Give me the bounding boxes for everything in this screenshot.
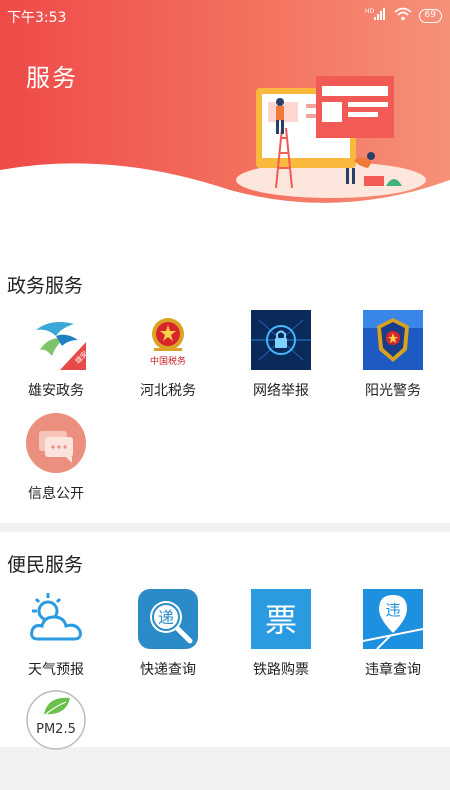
service-label: 铁路购票 — [253, 662, 309, 678]
service-train-ticket[interactable]: 票 铁路购票 — [231, 589, 331, 689]
status-time: 下午3:53 — [7, 10, 67, 26]
service-weather[interactable]: 天气预报 — [6, 589, 106, 689]
service-label: 信息公开 — [28, 486, 84, 502]
svg-text:票: 票 — [265, 601, 297, 639]
service-pm25[interactable]: PM2.5 — [6, 690, 106, 790]
service-label: 雄安政务 — [28, 383, 84, 399]
service-info-disclosure[interactable]: 信息公开 — [6, 413, 106, 513]
chat-bubble-icon — [26, 413, 86, 473]
service-express[interactable]: 递 快递查询 — [118, 589, 218, 689]
svg-text:中国税务: 中国税务 — [150, 355, 186, 367]
police-badge-icon — [363, 310, 423, 370]
pm25-icon: PM2.5 — [26, 690, 86, 750]
section-title-gov: 政务服务 — [7, 275, 84, 297]
svg-text:HD: HD — [365, 8, 375, 15]
status-icons: HD 69 — [365, 7, 442, 24]
service-label: 快递查询 — [140, 662, 196, 678]
convenience-services-section: 便民服务 天气预报 递 快递查询 票 铁路购票 违 违章查询 PM2.5 — [0, 532, 450, 750]
service-label: 河北税务 — [140, 383, 196, 399]
service-network-report[interactable]: 网络举报 — [231, 310, 331, 410]
svg-text:违: 违 — [385, 601, 400, 619]
signal-icon: HD — [365, 7, 387, 24]
page-title: 服务 — [26, 64, 78, 92]
train-ticket-icon: 票 — [251, 589, 311, 649]
section-title-convenience: 便民服务 — [7, 554, 84, 576]
svg-text:PM2.5: PM2.5 — [36, 722, 76, 737]
express-search-icon: 递 — [138, 589, 198, 649]
service-violation[interactable]: 违 违章查询 — [343, 589, 443, 689]
service-hebei-tax[interactable]: 中国税务 河北税务 — [118, 310, 218, 410]
service-xiongan[interactable]: 雄安 雄安政务 — [6, 310, 106, 410]
gov-services-section: 政务服务 雄安 雄安政务 中国税务 河北税务 网络举报 阳光警务 信息公开 — [0, 205, 450, 523]
service-label: 阳光警务 — [365, 383, 421, 399]
tax-emblem-icon: 中国税务 — [138, 310, 198, 370]
xiongan-logo-icon: 雄安 — [26, 310, 89, 370]
header-wave — [0, 163, 450, 210]
weather-icon — [26, 589, 86, 649]
status-bar: 下午3:53 HD 69 — [0, 0, 450, 30]
network-report-icon — [251, 310, 311, 370]
service-label: 网络举报 — [253, 383, 309, 399]
service-label: 违章查询 — [365, 662, 421, 678]
service-sunshine-police[interactable]: 阳光警务 — [343, 310, 443, 410]
wifi-icon — [393, 7, 412, 24]
service-label: 天气预报 — [28, 662, 84, 678]
battery-icon: 69 — [418, 8, 442, 23]
violation-icon: 违 — [362, 589, 424, 650]
header-banner: 下午3:53 HD 69 服务 — [0, 0, 450, 210]
svg-text:递: 递 — [158, 608, 174, 627]
